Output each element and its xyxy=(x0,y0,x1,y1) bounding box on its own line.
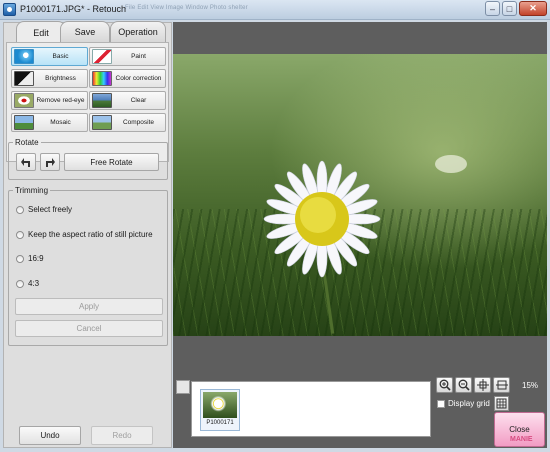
zoom-out-button[interactable] xyxy=(455,377,472,393)
actual-size-icon xyxy=(495,380,508,390)
basic-icon xyxy=(14,49,34,64)
red-eye-icon xyxy=(14,93,34,108)
minimize-button[interactable]: – xyxy=(485,1,500,16)
trim-option-4-3[interactable]: 4:3 xyxy=(16,279,39,288)
display-grid-checkbox[interactable] xyxy=(437,400,445,408)
thumbnail-strip[interactable]: P1000171 xyxy=(191,381,431,437)
tool-mosaic-label: Mosaic xyxy=(50,119,71,126)
maximize-button[interactable]: □ xyxy=(502,1,517,16)
actual-size-button[interactable] xyxy=(493,377,510,393)
edit-panel: Edit Save Operation Basic Paint Brightne… xyxy=(3,21,172,448)
paint-brush-icon xyxy=(92,49,112,64)
trimming-legend: Trimming xyxy=(15,186,49,195)
tool-clear-label: Clear xyxy=(130,97,147,104)
apply-button[interactable]: Apply xyxy=(15,298,163,315)
tool-red-eye-button[interactable]: Remove red-eye xyxy=(11,91,88,110)
thumbnail-toggle-button[interactable] xyxy=(176,380,190,394)
trim-option-select-freely[interactable]: Select freely xyxy=(16,205,72,214)
thumbnail-area: P1000171 xyxy=(173,374,436,448)
zoom-level-text: 15% xyxy=(522,381,539,390)
window-close-button[interactable]: ✕ xyxy=(519,1,547,16)
tool-clear-button[interactable]: Clear xyxy=(89,91,166,110)
grid-settings-button[interactable] xyxy=(494,396,509,411)
trimming-group: Trimming Select freely Keep the aspect r… xyxy=(8,186,168,346)
fit-to-window-button[interactable] xyxy=(474,377,491,393)
tab-operation[interactable]: Operation xyxy=(110,21,166,43)
thumbnail-name: P1000171 xyxy=(206,420,234,426)
watermark-logo: MANIE xyxy=(510,436,533,443)
rotate-legend: Rotate xyxy=(15,138,39,147)
zoom-out-icon xyxy=(458,379,470,391)
rotate-left-button[interactable] xyxy=(16,153,36,171)
grid-icon xyxy=(496,398,507,409)
tool-color-correction-button[interactable]: Color correction xyxy=(89,69,166,88)
image-preview-area xyxy=(173,22,547,374)
clear-icon xyxy=(92,93,112,108)
trim-option-label: Keep the aspect ratio of still picture xyxy=(28,230,153,239)
tool-mosaic-button[interactable]: Mosaic xyxy=(11,113,88,132)
trim-option-16-9[interactable]: 16:9 xyxy=(16,254,44,263)
trim-option-keep-aspect[interactable]: Keep the aspect ratio of still picture xyxy=(16,230,153,239)
tool-brightness-button[interactable]: Brightness xyxy=(11,69,88,88)
tool-basic-button[interactable]: Basic xyxy=(11,47,88,66)
maximize-icon: □ xyxy=(506,3,513,14)
app-icon xyxy=(3,3,16,16)
color-correction-icon xyxy=(92,71,112,86)
window-titlebar: P1000171.JPG* - Retouch File Edit View I… xyxy=(0,0,550,20)
tool-composite-label: Composite xyxy=(122,119,155,126)
radio-icon xyxy=(16,279,24,288)
tool-composite-button[interactable]: Composite xyxy=(89,113,166,132)
undo-button[interactable]: Undo xyxy=(19,426,81,445)
preview-photo[interactable] xyxy=(173,54,547,336)
radio-icon xyxy=(16,230,24,239)
minimize-icon: – xyxy=(489,3,495,14)
zoom-in-icon xyxy=(439,379,451,391)
window-title: P1000171.JPG* - Retouch xyxy=(20,4,127,14)
tool-red-eye-label: Remove red-eye xyxy=(36,97,85,104)
tool-paint-label: Paint xyxy=(131,53,146,60)
brightness-icon xyxy=(14,71,34,86)
tool-paint-button[interactable]: Paint xyxy=(89,47,166,66)
tab-save[interactable]: Save xyxy=(60,21,110,43)
zoom-in-button[interactable] xyxy=(436,377,453,393)
tool-brightness-label: Brightness xyxy=(45,75,76,82)
rotate-group: Rotate Free Rotate xyxy=(8,138,168,180)
redo-button[interactable]: Redo xyxy=(91,426,153,445)
rotate-left-icon xyxy=(21,158,30,167)
thumbnail-image xyxy=(203,392,237,418)
tab-edit[interactable]: Edit xyxy=(16,21,66,44)
radio-icon xyxy=(16,254,24,263)
cancel-button[interactable]: Cancel xyxy=(15,320,163,337)
thumbnail-item[interactable]: P1000171 xyxy=(200,389,240,431)
close-icon: ✕ xyxy=(529,3,537,13)
fit-window-icon xyxy=(476,379,489,391)
display-grid-label: Display grid xyxy=(448,399,490,408)
composite-icon xyxy=(92,115,112,130)
free-rotate-button[interactable]: Free Rotate xyxy=(64,153,159,171)
trim-option-label: 16:9 xyxy=(28,254,44,263)
radio-icon xyxy=(16,205,24,214)
mosaic-icon xyxy=(14,115,34,130)
trim-option-label: Select freely xyxy=(28,205,73,214)
daisy-image xyxy=(263,155,467,278)
ghost-menu-text: File Edit View Image Window Photo shelte… xyxy=(125,5,248,11)
rotate-right-button[interactable] xyxy=(40,153,60,171)
tool-color-correction-label: Color correction xyxy=(115,75,162,82)
tool-basic-label: Basic xyxy=(52,53,69,60)
rotate-right-icon xyxy=(46,158,55,167)
trim-option-label: 4:3 xyxy=(28,279,40,288)
